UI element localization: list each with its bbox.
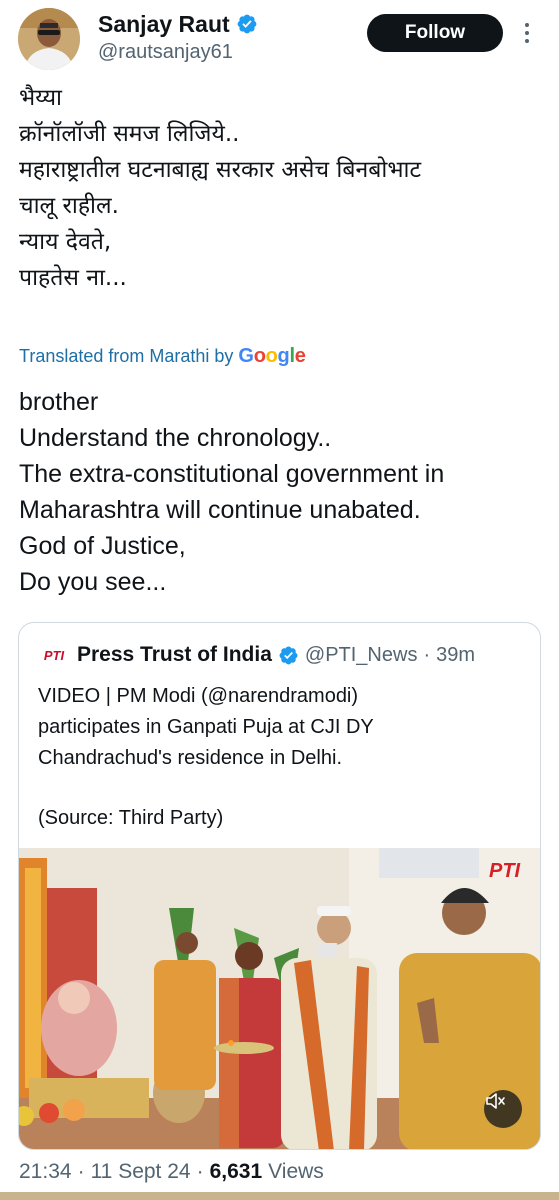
translation-line: Understand the chronology.. [19, 424, 332, 452]
quoted-tweet-header: PTI Press Trust of India @PTI_News · 39m [41, 643, 475, 667]
tweet-time[interactable]: 21:34 [19, 1160, 72, 1184]
tweet-text: भैय्या क्रॉनॉलॉजी समज लिजिये.. महाराष्ट्… [19, 80, 549, 296]
mute-button[interactable] [484, 1090, 522, 1128]
video-watermark: PTI [489, 860, 521, 882]
verified-badge-icon [279, 646, 298, 664]
tweet-line: महाराष्ट्रातील घटनाबाह्य सरकार असेच बिनब… [19, 157, 422, 183]
more-options-icon[interactable] [519, 20, 535, 46]
translated-from-label: Translated from Marathi [19, 345, 210, 366]
tweet-line: क्रॉनॉलॉजी समज लिजिये.. [19, 121, 240, 147]
translation-notice[interactable]: Translated from Marathi by Google [19, 342, 306, 370]
translation-line: The extra-constitutional government in [19, 460, 445, 488]
quoted-line: VIDEO | PM Modi (@narendramodi) [38, 685, 359, 707]
quoted-handle[interactable]: @PTI_News [305, 644, 418, 667]
google-logo: Google [238, 344, 306, 367]
translation-line: Maharashtra will continue unabated. [19, 496, 421, 524]
verified-badge-icon [237, 14, 257, 34]
translation-line: God of Justice, [19, 532, 186, 560]
display-name[interactable]: Sanjay Raut [98, 10, 258, 38]
quoted-tweet-text: VIDEO | PM Modi (@narendramodi) particip… [38, 681, 528, 774]
tweet-line: भैय्या [19, 85, 63, 111]
translation-line: brother [19, 388, 99, 416]
tweet-line: न्याय देवते, [19, 229, 112, 255]
pti-avatar[interactable]: PTI [41, 644, 67, 666]
quoted-line: Chandrachud's residence in Delhi. [38, 747, 342, 769]
avatar[interactable] [18, 8, 80, 70]
separator-dot: · [196, 1160, 204, 1183]
quoted-tweet-card[interactable]: PTI Press Trust of India @PTI_News · 39m… [18, 622, 541, 1150]
next-content-edge [0, 1192, 559, 1200]
tweet-header: Sanjay Raut @rautsanjay61 Follow [0, 0, 559, 80]
views-count: 6,631 [209, 1160, 263, 1183]
quoted-time[interactable]: 39m [436, 644, 475, 667]
author-handle[interactable]: @rautsanjay61 [98, 39, 258, 65]
translated-by-label: by [214, 345, 234, 366]
follow-button[interactable]: Follow [367, 14, 503, 52]
separator-dot: · [423, 643, 431, 666]
translation-line: Do you see... [19, 568, 167, 596]
speaker-muted-icon [486, 1093, 505, 1109]
display-name-text: Sanjay Raut [98, 11, 230, 37]
video-frame [19, 848, 540, 1149]
quoted-display-name[interactable]: Press Trust of India [77, 643, 272, 667]
quoted-line: participates in Ganpati Puja at CJI DY [38, 716, 374, 738]
tweet-meta: 21:34 · 11 Sept 24 · 6,631 Views [19, 1160, 324, 1184]
views-label: Views [268, 1160, 324, 1183]
separator-dot: · [77, 1160, 85, 1183]
tweet-page: Sanjay Raut @rautsanjay61 Follow भैय्या … [0, 0, 559, 1200]
tweet-line: पाहतेस ना... [19, 265, 127, 291]
translated-text: brother Understand the chronology.. The … [19, 384, 549, 600]
quoted-source: (Source: Third Party) [38, 807, 224, 829]
video-player[interactable]: PTI [19, 848, 540, 1149]
tweet-line: चालू राहील. [19, 193, 119, 219]
tweet-date[interactable]: 11 Sept 24 [91, 1160, 191, 1184]
